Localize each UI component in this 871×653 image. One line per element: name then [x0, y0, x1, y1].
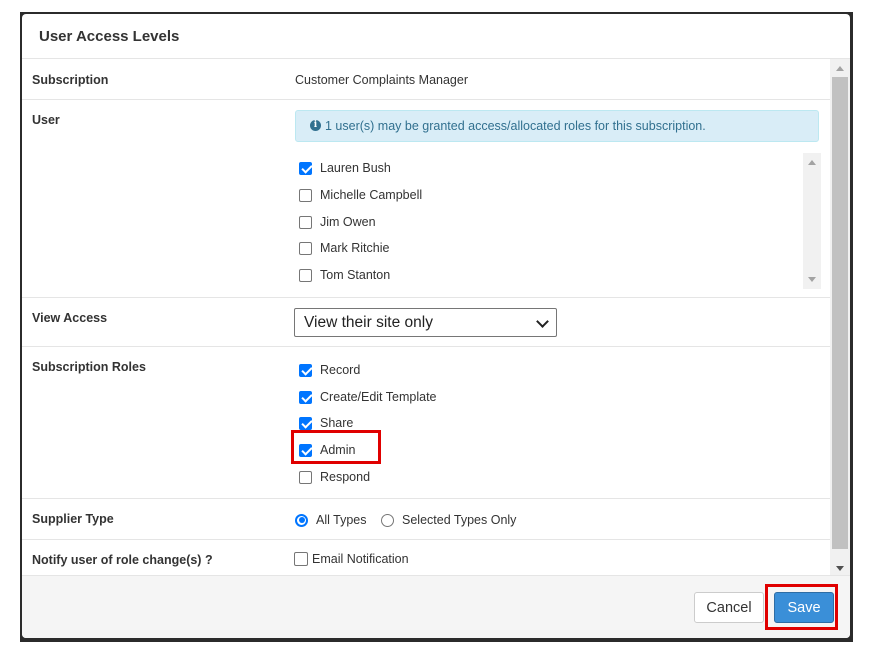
dialog-title: User Access Levels [39, 28, 180, 45]
role-name: Share [320, 416, 354, 430]
scroll-down-icon[interactable] [808, 277, 816, 282]
user-checkbox[interactable] [299, 161, 312, 175]
dialog-header: User Access Levels [22, 14, 850, 59]
subscription-roles-label: Subscription Roles [32, 360, 146, 374]
supplier-type-radio[interactable] [295, 513, 308, 527]
supplier-type-option[interactable]: All Types [295, 511, 367, 529]
user-option[interactable]: Lauren Bush [299, 159, 391, 177]
user-limit-message: 1 user(s) may be granted access/allocate… [325, 119, 706, 133]
user-checkbox[interactable] [299, 215, 312, 229]
subscription-row: Subscription Customer Complaints Manager [22, 59, 830, 100]
user-access-levels-dialog: User Access Levels Subscription Customer… [22, 14, 850, 638]
subscription-label: Subscription [32, 73, 109, 87]
role-option[interactable]: Respond [299, 468, 370, 486]
notify-label: Notify user of role change(s) ? [32, 553, 213, 567]
scroll-up-icon[interactable] [836, 66, 844, 71]
supplier-type-option-label: Selected Types Only [402, 513, 517, 527]
user-name: Michelle Campbell [320, 188, 423, 202]
user-name: Lauren Bush [320, 161, 391, 175]
subscription-value: Customer Complaints Manager [295, 73, 468, 87]
user-limit-alert: i 1 user(s) may be granted access/alloca… [295, 110, 819, 142]
role-checkbox[interactable] [299, 390, 312, 404]
scroll-up-icon[interactable] [808, 160, 816, 165]
role-checkbox[interactable] [299, 363, 312, 377]
email-notification-checkbox[interactable] [294, 552, 308, 566]
view-access-label: View Access [32, 311, 108, 325]
user-option[interactable]: Jim Owen [299, 213, 376, 231]
user-label: User [32, 113, 60, 127]
role-checkbox[interactable] [299, 416, 312, 430]
supplier-type-option-label: All Types [316, 513, 367, 527]
supplier-type-option[interactable]: Selected Types Only [381, 511, 516, 529]
cancel-button[interactable]: Cancel [694, 592, 764, 623]
user-option[interactable]: Tom Stanton [299, 266, 390, 284]
email-notification-label: Email Notification [312, 552, 409, 566]
user-name: Jim Owen [320, 215, 376, 229]
dialog-scrollbar[interactable] [830, 59, 850, 575]
save-button[interactable]: Save [774, 592, 834, 623]
scrollbar-thumb[interactable] [832, 77, 848, 549]
email-notification-option[interactable]: Email Notification [294, 550, 409, 568]
user-name: Mark Ritchie [320, 241, 390, 255]
user-checkbox[interactable] [299, 188, 312, 202]
user-checkbox-list[interactable]: Lauren Bush Michelle Campbell Jim Owen M… [295, 153, 821, 289]
notify-row: Notify user of role change(s) ? Email No… [22, 540, 830, 575]
role-name: Record [320, 363, 361, 377]
view-access-select[interactable]: View their site only [294, 308, 557, 337]
role-option[interactable]: Share [299, 414, 353, 432]
user-row: User i 1 user(s) may be granted access/a… [22, 100, 830, 298]
view-access-row: View Access View their site only [22, 298, 830, 347]
view-access-selected-value: View their site only [304, 314, 433, 331]
supplier-type-radio[interactable] [381, 513, 394, 527]
role-name: Respond [320, 470, 371, 484]
supplier-type-label: Supplier Type [32, 512, 114, 526]
role-name: Admin [320, 443, 356, 457]
user-name: Tom Stanton [320, 268, 391, 282]
user-list-scrollbar[interactable] [803, 153, 821, 289]
role-option-admin[interactable]: Admin [299, 441, 355, 459]
user-checkbox[interactable] [299, 268, 312, 282]
user-option[interactable]: Michelle Campbell [299, 186, 422, 204]
supplier-type-row: Supplier Type All Types Selected Types O… [22, 499, 830, 540]
chevron-down-icon [536, 315, 549, 328]
role-checkbox[interactable] [299, 443, 312, 457]
role-name: Create/Edit Template [320, 390, 437, 404]
user-checkbox[interactable] [299, 241, 312, 255]
role-option[interactable]: Create/Edit Template [299, 388, 437, 406]
user-option[interactable]: Mark Ritchie [299, 239, 389, 257]
role-checkbox[interactable] [299, 470, 312, 484]
scroll-down-icon[interactable] [836, 566, 844, 571]
info-circle-icon: i [310, 120, 321, 131]
subscription-roles-row: Subscription Roles Record Create/Edit Te… [22, 347, 830, 499]
role-option[interactable]: Record [299, 361, 360, 379]
dialog-footer: Cancel Save [22, 575, 850, 638]
dialog-body: Subscription Customer Complaints Manager… [22, 59, 830, 575]
